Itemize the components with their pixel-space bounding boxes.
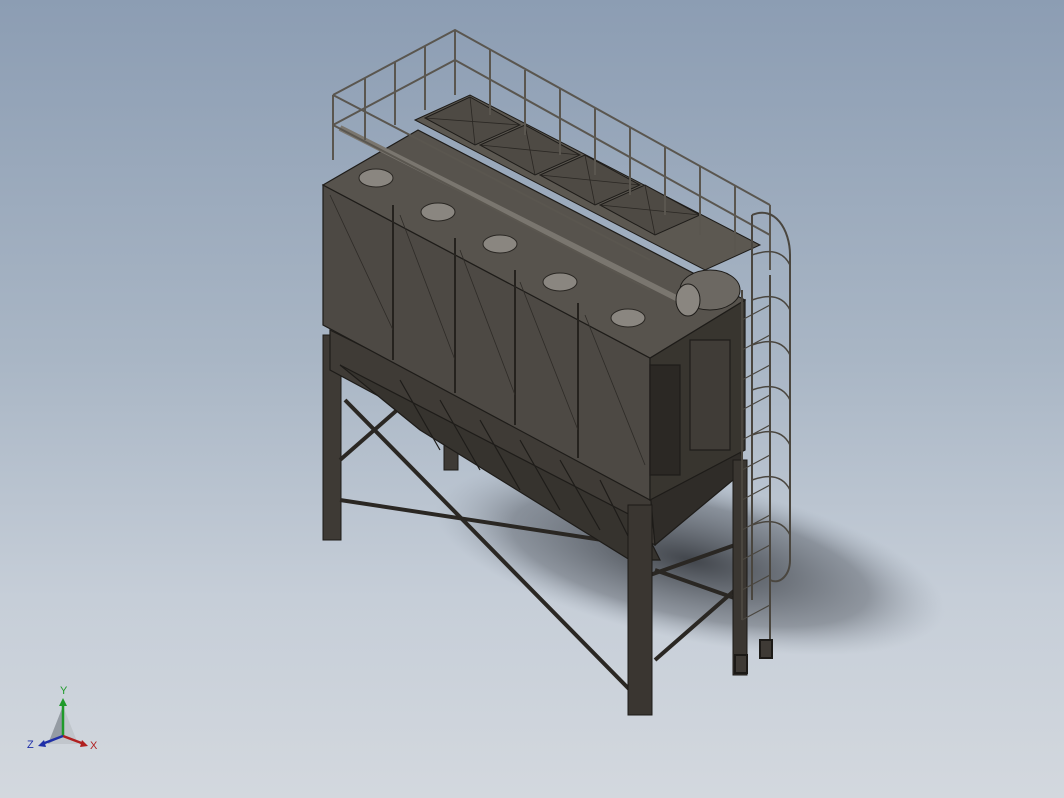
y-axis-label: Y [60,685,68,697]
reference-triad: Y Z X [26,684,106,764]
z-axis-label: Z [27,739,34,751]
graphics-viewport[interactable]: Y Z X [0,0,1064,798]
x-axis-label: X [90,740,98,752]
baghouse-dust-collector-model[interactable] [0,0,1064,798]
